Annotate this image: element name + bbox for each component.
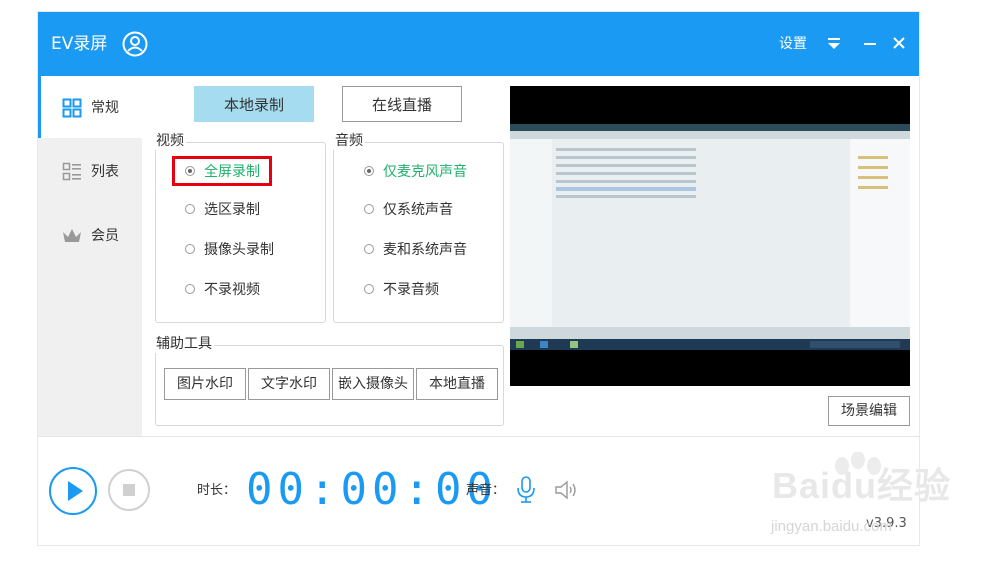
sidebar-item-list[interactable]: 列表 bbox=[38, 140, 142, 202]
image-watermark-button[interactable]: 图片水印 bbox=[164, 368, 246, 400]
radio-label: 仅系统声音 bbox=[383, 202, 453, 218]
radio-label: 选区录制 bbox=[204, 202, 260, 218]
radio-label: 摄像头录制 bbox=[204, 242, 274, 258]
user-account-icon[interactable] bbox=[122, 31, 148, 57]
play-button[interactable] bbox=[49, 467, 97, 515]
radio-dot bbox=[185, 244, 195, 254]
sidebar: 常规 列表 会员 bbox=[38, 76, 142, 436]
radio-label: 不录视频 bbox=[204, 282, 260, 298]
radio-label: 麦和系统声音 bbox=[383, 242, 467, 258]
minimize-icon[interactable] bbox=[860, 32, 880, 54]
radio-audio-mic-and-system[interactable]: 麦和系统声音 bbox=[364, 238, 479, 262]
text-watermark-button[interactable]: 文字水印 bbox=[248, 368, 330, 400]
tab-online-live[interactable]: 在线直播 bbox=[342, 86, 462, 122]
app-title: EV录屏 bbox=[51, 34, 108, 54]
settings-button[interactable]: 设置 bbox=[779, 34, 807, 54]
recording-timer: 00:00:00 bbox=[246, 464, 498, 515]
title-bar: EV录屏 设置 bbox=[38, 12, 919, 76]
radio-dot bbox=[364, 244, 374, 254]
close-icon[interactable] bbox=[889, 32, 909, 54]
watermark-url: jingyan.baidu.com bbox=[771, 518, 892, 535]
duration-label: 时长： bbox=[197, 483, 237, 498]
sidebar-item-general[interactable]: 常规 bbox=[38, 76, 142, 138]
desktop-thumbnail bbox=[510, 124, 910, 350]
scene-edit-button[interactable]: 场景编辑 bbox=[828, 396, 910, 426]
sidebar-item-label: 常规 bbox=[91, 100, 119, 116]
list-icon bbox=[62, 162, 81, 181]
local-live-button[interactable]: 本地直播 bbox=[416, 368, 498, 400]
stop-button[interactable] bbox=[108, 469, 150, 511]
sidebar-item-label: 会员 bbox=[91, 228, 119, 244]
radio-dot bbox=[364, 284, 374, 294]
microphone-icon[interactable] bbox=[515, 475, 537, 505]
radio-dot bbox=[185, 204, 195, 214]
radio-label: 仅麦克风声音 bbox=[383, 164, 467, 180]
crown-icon bbox=[63, 229, 81, 242]
radio-dot bbox=[364, 204, 374, 214]
radio-dot bbox=[185, 284, 195, 294]
sound-label: 声音： bbox=[466, 483, 506, 498]
embed-camera-button[interactable]: 嵌入摄像头 bbox=[332, 368, 414, 400]
radio-video-camera[interactable]: 摄像头录制 bbox=[185, 238, 295, 262]
audio-group-title: 音频 bbox=[333, 132, 365, 150]
screen-preview bbox=[510, 86, 910, 386]
radio-dot bbox=[364, 166, 374, 176]
watermark-text: Baidu经验 bbox=[772, 465, 952, 506]
radio-audio-system-only[interactable]: 仅系统声音 bbox=[364, 198, 479, 222]
radio-video-none[interactable]: 不录视频 bbox=[185, 278, 285, 302]
sidebar-item-label: 列表 bbox=[91, 164, 119, 180]
radio-label: 不录音频 bbox=[383, 282, 439, 298]
radio-video-region[interactable]: 选区录制 bbox=[185, 198, 285, 222]
menu-dropdown-icon[interactable] bbox=[824, 32, 844, 54]
radio-audio-none[interactable]: 不录音频 bbox=[364, 278, 479, 302]
tools-group-title: 辅助工具 bbox=[154, 335, 214, 353]
stop-icon bbox=[123, 484, 135, 496]
radio-audio-mic-only[interactable]: 仅麦克风声音 bbox=[364, 160, 479, 184]
sidebar-item-member[interactable]: 会员 bbox=[38, 204, 142, 266]
tab-local-record[interactable]: 本地录制 bbox=[194, 86, 314, 122]
grid-icon bbox=[62, 98, 82, 118]
annotation-highlight-box bbox=[172, 156, 272, 186]
speaker-icon[interactable] bbox=[554, 479, 578, 501]
video-group-title: 视频 bbox=[154, 132, 186, 150]
play-icon bbox=[68, 481, 83, 501]
